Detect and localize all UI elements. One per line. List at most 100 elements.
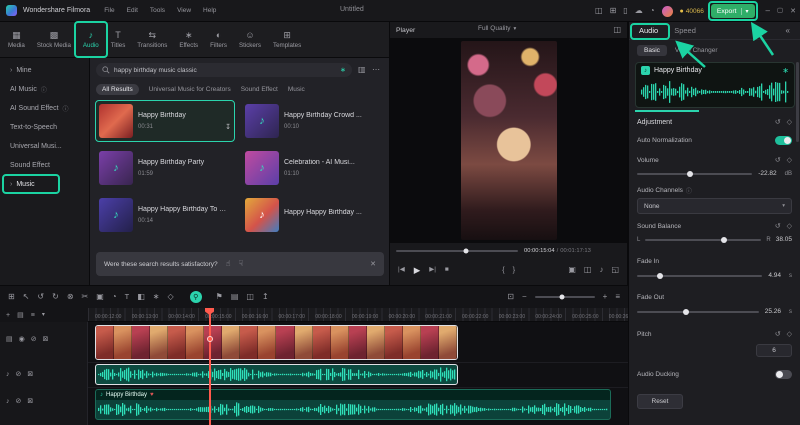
mute-icon[interactable]: ⊘ — [16, 371, 22, 378]
fade-in-value[interactable]: 4.94 — [768, 272, 781, 279]
filter-sound-effect[interactable]: Sound Effect — [241, 86, 278, 93]
play-button[interactable]: ▶ — [414, 266, 421, 275]
tab-titles[interactable]: T Titles — [105, 22, 132, 57]
collapse-panel-icon[interactable]: « — [786, 27, 790, 35]
lock-icon[interactable]: ⊠ — [43, 336, 49, 343]
tab-effects[interactable]: ∗ Effects — [173, 22, 204, 57]
screen-record-icon[interactable]: ▤ — [231, 293, 239, 301]
tab-audio-properties[interactable]: Audio — [639, 26, 658, 35]
volume-handle[interactable] — [687, 171, 693, 177]
tab-transitions[interactable]: ⇆ Transitions — [131, 22, 173, 57]
tab-templates[interactable]: ⊞ Templates — [267, 22, 307, 57]
sidebar-item-ai-sound-effect[interactable]: AI Sound Effect ⓘ — [0, 99, 89, 118]
export-dropdown-icon[interactable]: ▾ — [741, 8, 749, 15]
coin-balance[interactable]: ● 40066 — [680, 8, 704, 15]
reset-balance-icon[interactable]: ↺ — [775, 222, 781, 230]
filter-icon[interactable]: ▥ — [358, 66, 366, 74]
volume-value[interactable]: -22.82 — [758, 170, 776, 177]
minimize-button[interactable]: – — [766, 7, 770, 15]
more-icon[interactable]: ⋯ — [372, 66, 380, 74]
playhead-line[interactable] — [209, 308, 211, 425]
audio-ducking-toggle[interactable] — [775, 370, 792, 379]
audio-clip-1[interactable] — [95, 364, 458, 385]
audio-track-icon[interactable]: ♪ — [6, 398, 10, 405]
lock-icon[interactable]: ⊠ — [27, 398, 33, 405]
marker-icon[interactable]: ⚑ — [216, 293, 223, 301]
menu-file[interactable]: File — [104, 7, 114, 14]
voiceover-record-button[interactable]: ⚲ — [190, 291, 202, 303]
compare-icon[interactable]: ◫ — [584, 266, 592, 274]
balance-keyframe-icon[interactable]: ◇ — [787, 222, 792, 230]
audio-track-icon[interactable]: ♪ — [6, 371, 10, 378]
balance-slider[interactable] — [645, 239, 761, 241]
tab-speed[interactable]: Speed — [674, 26, 696, 35]
ai-sparkle-icon[interactable]: ∗ — [340, 67, 346, 74]
audio-result-card[interactable]: Happy Birthday 00:31 ↧ — [95, 100, 235, 142]
track-thumb-icon[interactable]: ▤ — [6, 336, 13, 343]
tab-media[interactable]: ▦ Media — [2, 22, 31, 57]
mute-icon[interactable]: ⊘ — [31, 336, 37, 343]
reset-button[interactable]: Reset — [637, 394, 683, 409]
preview-scrubber[interactable] — [396, 250, 518, 252]
display-settings-icon[interactable]: ◫ — [613, 26, 621, 34]
menu-edit[interactable]: Edit — [127, 7, 138, 14]
scrubber-handle[interactable] — [463, 249, 468, 254]
render-icon[interactable]: ◔ — [650, 7, 655, 15]
next-frame-button[interactable]: ▶| — [429, 267, 436, 274]
balance-value[interactable]: 38.05 — [776, 236, 792, 243]
subtab-basic[interactable]: Basic — [637, 45, 667, 56]
audio-result-card[interactable]: ♪ Happy Birthday Party 01:59 — [95, 147, 235, 189]
menu-help[interactable]: Help — [203, 7, 216, 14]
snapshot-icon[interactable]: ▣ — [568, 266, 576, 274]
mark-in-icon[interactable]: { — [502, 266, 505, 274]
audio-clip-2[interactable]: ♪ Happy Birthday ♥ — [95, 389, 611, 420]
lock-icon[interactable]: ⊠ — [27, 371, 33, 378]
track-menu-icon[interactable]: ≡ — [31, 312, 35, 319]
pointer-icon[interactable]: ↖ — [23, 293, 30, 301]
timeline-zoom-slider[interactable] — [535, 296, 595, 298]
redo-icon[interactable]: ↻ — [52, 293, 59, 301]
filter-universal-music[interactable]: Universal Music for Creators — [149, 86, 231, 93]
collapse-tracks-icon[interactable]: ▾ — [42, 312, 45, 318]
sidebar-item-universal-music[interactable]: Universal Musi... — [0, 137, 89, 156]
layers-icon[interactable]: ▤ — [17, 312, 24, 319]
zoom-out-icon[interactable]: − — [522, 293, 527, 301]
split-icon[interactable]: ✂ — [82, 293, 89, 301]
maximize-button[interactable]: ▢ — [777, 8, 783, 15]
apps-icon[interactable]: ⊞ — [610, 7, 617, 15]
playhead-knob[interactable] — [207, 336, 213, 342]
add-track-icon[interactable]: + — [6, 312, 10, 319]
device-icon[interactable]: ▯ — [623, 7, 627, 15]
thumbs-down-icon[interactable]: ☟ — [239, 260, 244, 268]
reset-section-icon[interactable]: ↺ — [775, 118, 781, 126]
volume-slider[interactable] — [637, 173, 752, 175]
fade-out-handle[interactable] — [683, 309, 689, 315]
track-manager-icon[interactable]: ≡ — [615, 293, 620, 301]
quality-dropdown[interactable]: Full Quality ▾ — [478, 25, 516, 32]
mixer-icon[interactable]: ◫ — [246, 293, 254, 301]
filter-all-results[interactable]: All Results — [96, 84, 139, 95]
search-input[interactable] — [114, 67, 336, 74]
cloud-icon[interactable]: ☁ — [635, 7, 643, 15]
ai-enhance-icon[interactable]: ∗ — [782, 67, 789, 75]
subtab-voice-changer[interactable]: Voice Changer — [675, 47, 718, 54]
close-button[interactable]: ✕ — [790, 8, 796, 15]
close-feedback-icon[interactable]: ✕ — [370, 261, 376, 268]
audio-channels-dropdown[interactable]: None ▾ — [637, 198, 792, 214]
text-tool-icon[interactable]: T — [125, 293, 130, 301]
export-frame-icon[interactable]: ↥ — [262, 293, 269, 301]
keyframe-icon[interactable]: ◇ — [787, 118, 792, 126]
zoom-in-icon[interactable]: + — [603, 293, 608, 301]
reset-volume-icon[interactable]: ↺ — [775, 156, 781, 164]
sidebar-item-text-to-speech[interactable]: Text-to-Speech — [0, 118, 89, 137]
pitch-keyframe-icon[interactable]: ◇ — [787, 330, 792, 338]
workspace-icon[interactable]: ◫ — [595, 7, 603, 15]
track-options-icon[interactable]: ⊞ — [8, 293, 15, 301]
crop-icon[interactable]: ▣ — [96, 293, 104, 301]
volume-keyframe-icon[interactable]: ◇ — [787, 156, 792, 164]
menu-tools[interactable]: Tools — [150, 7, 165, 14]
tab-stock-media[interactable]: ▩ Stock Media — [31, 22, 77, 57]
audio-result-card[interactable]: ♪ Celebration - AI Musi... 01:10 — [241, 147, 381, 189]
audio-result-card[interactable]: ♪ Happy Happy Birthday ... — [241, 194, 381, 236]
fade-out-slider[interactable] — [637, 311, 759, 313]
